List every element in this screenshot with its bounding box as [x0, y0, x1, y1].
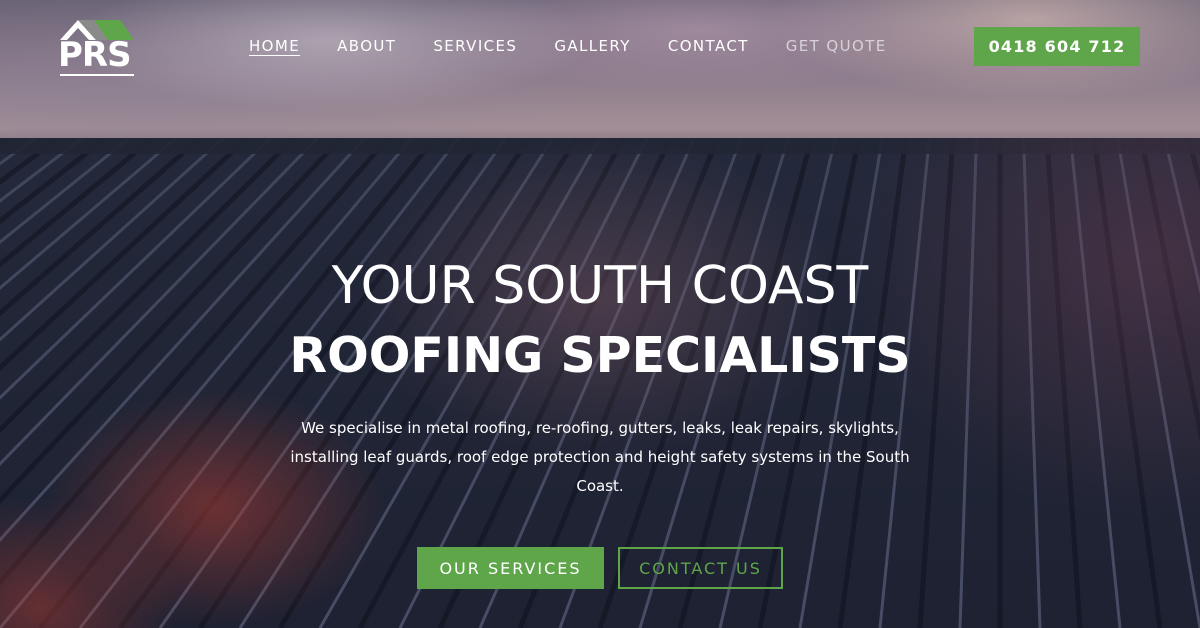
hero-description: We specialise in metal roofing, re-roofi… [290, 419, 910, 495]
phone-button[interactable]: 0418 604 712 [974, 27, 1140, 66]
hero-title-line-2: ROOFING SPECIALISTS [289, 327, 911, 384]
hero-page: PRS HOME ABOUT SERVICES GALLERY CONTACT … [0, 0, 1200, 628]
nav-home[interactable]: HOME [249, 36, 300, 56]
main-navigation: HOME ABOUT SERVICES GALLERY CONTACT GET … [249, 36, 924, 56]
sky-background [0, 0, 1200, 160]
hero-title-line-1: YOUR SOUTH COAST [331, 256, 869, 316]
nav-gallery[interactable]: GALLERY [554, 36, 631, 56]
nav-services[interactable]: SERVICES [433, 36, 517, 56]
nav-get-quote[interactable]: GET QUOTE [786, 36, 887, 56]
contact-us-button[interactable]: CONTACT US [618, 547, 783, 589]
logo-underline [60, 74, 134, 76]
logo-text: PRS [58, 35, 132, 75]
our-services-button[interactable]: OUR SERVICES [417, 547, 604, 589]
nav-about[interactable]: ABOUT [337, 36, 396, 56]
nav-contact[interactable]: CONTACT [668, 36, 749, 56]
prs-logo[interactable]: PRS [58, 18, 138, 76]
